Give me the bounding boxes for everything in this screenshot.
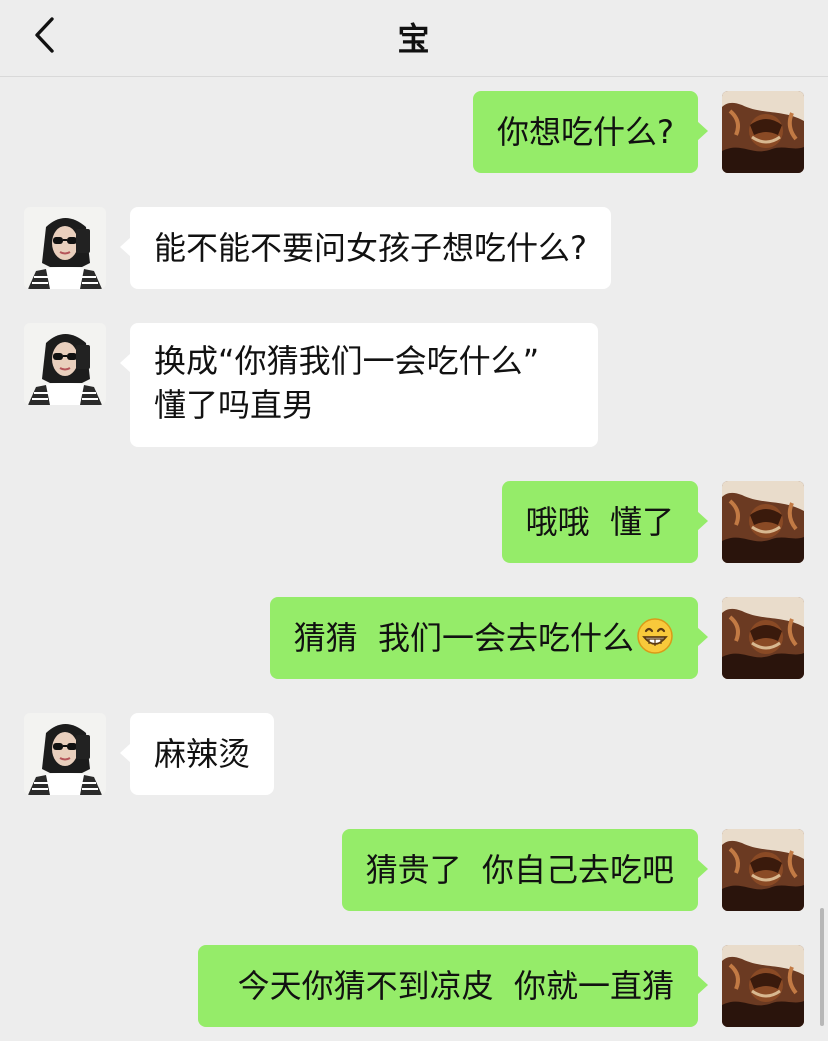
- message-text: 能不能不要问女孩子想吃什么?: [154, 229, 587, 267]
- message-bubble[interactable]: 换成“你猜我们一会吃什么” 懂了吗直男: [120, 323, 598, 447]
- message-bubble[interactable]: 猜贵了 你自己去吃吧: [341, 829, 709, 911]
- contact-avatar[interactable]: [24, 323, 106, 405]
- message-text: 今天你猜不到凉皮 你就一直猜: [237, 967, 674, 1005]
- message-list[interactable]: 你想吃什么? 能不能不要问女孩子想吃什么? 换成“你猜我们一会吃什么” 懂了吗直…: [0, 77, 828, 1041]
- my-avatar[interactable]: [722, 91, 804, 173]
- my-avatar[interactable]: [722, 481, 804, 563]
- message-text: 哦哦 懂了: [525, 503, 674, 541]
- message-bubble[interactable]: 哦哦 懂了: [501, 481, 709, 563]
- message-text: 你想吃什么?: [497, 113, 674, 151]
- contact-avatar[interactable]: [24, 713, 106, 795]
- my-avatar[interactable]: [722, 945, 804, 1027]
- chat-title: 宝: [397, 20, 431, 58]
- grinning-face-icon: [637, 618, 673, 654]
- message-text: 猜贵了 你自己去吃吧: [365, 851, 674, 889]
- message-text-line: 懂了吗直男: [154, 386, 315, 424]
- message-bubble[interactable]: 猜猜 我们一会去吃什么: [269, 597, 709, 679]
- contact-avatar[interactable]: [24, 207, 106, 289]
- scrollbar[interactable]: [820, 908, 824, 1026]
- my-avatar[interactable]: [722, 597, 804, 679]
- message-text: 麻辣烫: [154, 735, 251, 773]
- chat-header: 宝: [0, 0, 828, 77]
- message-bubble[interactable]: 能不能不要问女孩子想吃什么?: [120, 207, 611, 289]
- message-text-line: 换成“你猜我们一会吃什么”: [154, 342, 540, 380]
- message-bubble[interactable]: 你想吃什么?: [473, 91, 708, 173]
- message-bubble[interactable]: 今天你猜不到凉皮 你就一直猜: [197, 945, 709, 1027]
- my-avatar[interactable]: [722, 829, 804, 911]
- message-text: 猜猜 我们一会去吃什么: [293, 619, 634, 657]
- message-bubble[interactable]: 麻辣烫: [119, 713, 275, 795]
